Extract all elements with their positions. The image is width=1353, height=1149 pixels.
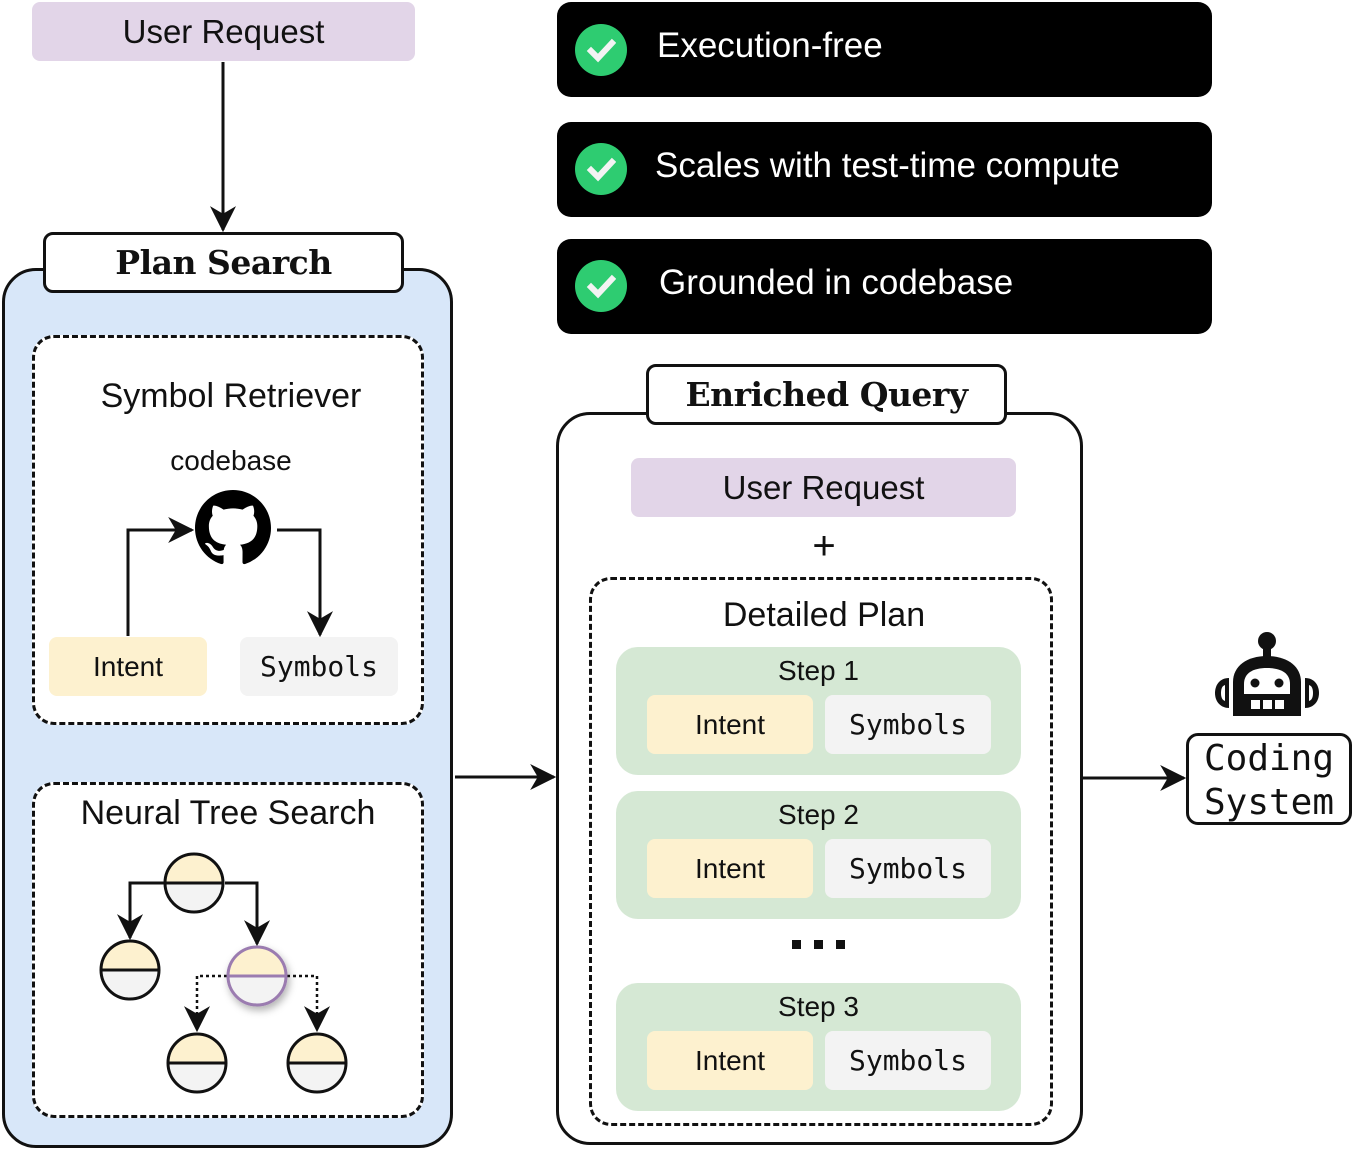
tree-node-left-child <box>99 939 161 1001</box>
tree-node-grandchild-right <box>286 1032 348 1094</box>
check-circle-icon <box>575 143 627 195</box>
feature-badge-execution-free: Execution-free <box>557 2 1212 97</box>
step-symbols-chip: Symbols <box>825 1031 991 1090</box>
feature-label: Execution-free <box>657 26 883 65</box>
ellipsis-dots-icon <box>792 940 845 949</box>
retriever-symbols-chip: Symbols <box>240 637 398 696</box>
detailed-plan-title: Detailed Plan <box>722 595 926 634</box>
github-icon <box>195 490 271 565</box>
feature-badge-scales: Scales with test-time compute <box>557 122 1212 217</box>
enriched-user-request-label: User Request <box>722 468 925 506</box>
coding-system-line2: System <box>1203 782 1335 823</box>
plan-step-1: Step 1 Intent Symbols <box>616 647 1021 775</box>
plus-sign: + <box>812 523 836 568</box>
step-label: Step 3 <box>778 991 859 1022</box>
coding-system-box: Coding System <box>1186 733 1352 825</box>
enriched-query-title: Enriched Query <box>685 375 968 414</box>
step-intent-chip: Intent <box>647 1031 813 1090</box>
step-intent-chip: Intent <box>647 839 813 898</box>
tree-edge-root-right <box>225 881 270 947</box>
plan-step-2: Step 2 Intent Symbols <box>616 791 1021 919</box>
robot-icon <box>1215 632 1319 716</box>
tree-edge-selected-grandchild-left <box>184 974 227 1033</box>
tree-edge-selected-grandchild-right <box>287 974 330 1033</box>
tree-node-selected <box>226 945 288 1007</box>
tree-diagram <box>99 852 348 1094</box>
coding-system-line1: Coding <box>1203 738 1335 779</box>
intent-label: Intent <box>92 650 164 682</box>
step-intent-chip: Intent <box>647 695 813 754</box>
tree-edge-root-left <box>117 881 165 941</box>
plan-step-3: Step 3 Intent Symbols <box>616 983 1021 1111</box>
feature-label: Scales with test-time compute <box>655 146 1120 185</box>
arrow-codebase-to-symbols <box>277 528 333 638</box>
tree-node-root <box>163 852 225 914</box>
step-label: Step 2 <box>778 799 859 830</box>
steps-ellipsis <box>788 935 850 955</box>
enriched-user-request-box: User Request <box>631 458 1016 517</box>
feature-label: Grounded in codebase <box>659 263 1014 302</box>
feature-badge-grounded: Grounded in codebase <box>557 239 1212 334</box>
check-circle-icon <box>575 260 627 312</box>
arrow-intent-to-codebase <box>126 517 195 636</box>
step-symbols-chip: Symbols <box>825 839 991 898</box>
step-symbols-chip: Symbols <box>825 695 991 754</box>
tree-node-grandchild-left <box>166 1032 228 1094</box>
step-label: Step 1 <box>778 655 859 686</box>
symbols-label: Symbols <box>259 650 378 683</box>
retriever-intent-chip: Intent <box>49 637 207 696</box>
check-circle-icon <box>575 24 627 76</box>
enriched-query-title-tab: Enriched Query <box>646 364 1007 425</box>
